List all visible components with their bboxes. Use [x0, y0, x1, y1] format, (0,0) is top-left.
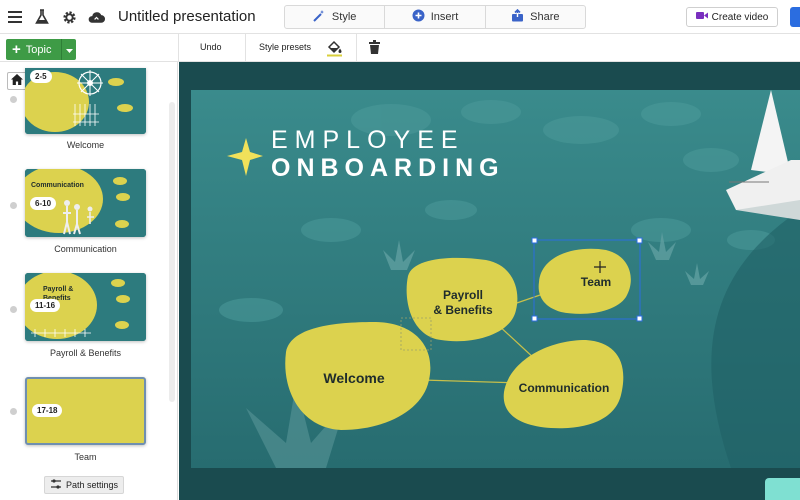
path-dot: [10, 408, 17, 415]
sidebar-item-label: Welcome: [66, 140, 105, 150]
path-dot: [10, 96, 17, 103]
flask-icon[interactable]: [33, 8, 51, 26]
sidebar-item-payroll-benefits[interactable]: Payroll & Benefits 11-16: [25, 273, 146, 341]
slide-title-line2[interactable]: ONBOARDING: [271, 154, 505, 183]
sidebar-item-label: Team: [74, 452, 97, 462]
wand-icon: [313, 9, 326, 25]
team-topic-label[interactable]: Team: [571, 275, 621, 289]
communication-topic-label[interactable]: Communication: [514, 381, 614, 395]
topic-label: Topic: [25, 43, 52, 56]
top-bar: Untitled presentation Style Insert Share…: [0, 0, 800, 34]
home-icon: [11, 72, 23, 90]
toolbar-divider: [178, 34, 179, 62]
document-title[interactable]: Untitled presentation: [118, 8, 256, 25]
thumbnail-badge: 17-18: [32, 404, 63, 417]
thumbnail-badge: 6-10: [30, 197, 57, 210]
sidebar-item-communication[interactable]: Communication 6-10: [25, 169, 146, 237]
payroll-topic-label[interactable]: Payroll & Benefits: [423, 288, 503, 318]
topic-button-group: + Topic: [6, 39, 76, 60]
paint-bucket-icon[interactable]: [326, 40, 342, 57]
toolbar-divider: [356, 34, 357, 62]
help-tab[interactable]: [765, 478, 800, 500]
main-tabs: Style Insert Share: [284, 5, 586, 29]
tab-style[interactable]: Style: [285, 6, 386, 28]
caret-down-icon: [65, 44, 73, 56]
create-video-label: Create video: [711, 11, 769, 23]
video-camera-icon: [695, 11, 708, 23]
payroll-label-line2: & Benefits: [433, 303, 493, 317]
path-settings-icon: [50, 479, 62, 491]
path-settings-button[interactable]: Path settings: [44, 476, 124, 494]
payroll-label-line1: Payroll: [442, 288, 484, 302]
tab-style-label: Style: [331, 11, 357, 23]
tab-share-label: Share: [530, 11, 560, 23]
sidebar-scrollbar[interactable]: [169, 102, 175, 402]
trash-icon[interactable]: [369, 40, 385, 56]
plus-icon: +: [12, 41, 21, 58]
canvas-area[interactable]: EMPLOYEE ONBOARDING Team Payroll & Benef…: [179, 62, 800, 500]
undo-button[interactable]: Undo: [200, 42, 222, 52]
tab-insert[interactable]: Insert: [385, 6, 486, 28]
share-upload-icon: [511, 8, 524, 25]
path-dot: [10, 202, 17, 209]
create-video-button[interactable]: Create video: [686, 7, 778, 27]
topics-sidebar: 2-5 Welcome Communication 6-10 Communica…: [0, 62, 178, 500]
secondary-toolbar: + Topic Undo Style presets: [0, 34, 800, 62]
welcome-topic-label[interactable]: Welcome: [304, 370, 404, 386]
style-presets-button[interactable]: Style presets: [259, 42, 311, 52]
path-dot: [10, 306, 17, 313]
thumbnail-inner-title: Communication: [31, 182, 84, 189]
plus-circle-icon: [412, 9, 425, 25]
topic-dropdown-button[interactable]: [62, 39, 76, 60]
sidebar-item-team[interactable]: 17-18: [25, 377, 146, 445]
slide-title-line1[interactable]: EMPLOYEE: [271, 126, 465, 155]
cloud-sync-icon[interactable]: [86, 8, 106, 26]
sidebar-item-welcome[interactable]: 2-5: [25, 68, 146, 134]
sidebar-item-label: Communication: [54, 244, 117, 254]
slide-canvas[interactable]: EMPLOYEE ONBOARDING Team Payroll & Benef…: [191, 90, 800, 468]
present-button[interactable]: [790, 7, 800, 27]
hamburger-menu-icon[interactable]: [6, 8, 24, 26]
toolbar-divider: [245, 34, 246, 62]
tab-insert-label: Insert: [430, 11, 459, 23]
gear-icon[interactable]: [60, 8, 78, 26]
path-settings-label: Path settings: [65, 480, 119, 490]
add-topic-button[interactable]: + Topic: [6, 39, 62, 60]
sidebar-item-label: Payroll & Benefits: [49, 348, 122, 358]
thumbnail-badge: 11-16: [30, 299, 61, 312]
home-button[interactable]: [7, 72, 27, 90]
thumbnail-badge: 2-5: [30, 70, 52, 83]
tab-share[interactable]: Share: [486, 6, 585, 28]
